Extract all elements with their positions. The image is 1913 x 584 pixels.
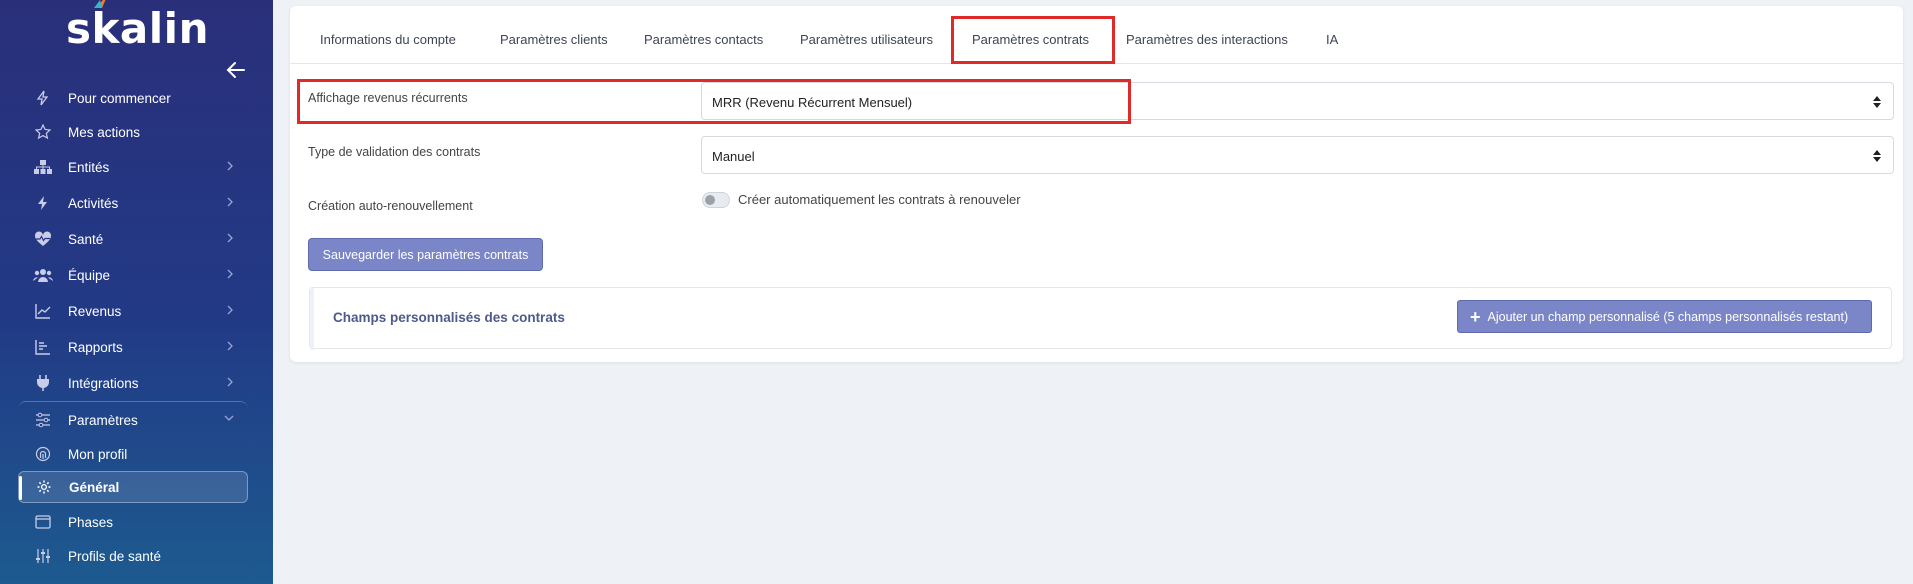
auto-renewal-label: Création auto-renouvellement <box>308 199 473 213</box>
chevron-down-icon <box>224 415 234 421</box>
sidebar-item-label: Paramètres <box>68 412 138 428</box>
sidebar-item-label: Mon profil <box>68 446 128 462</box>
sidebar-item-pour-commencer[interactable]: Pour commencer <box>18 81 248 115</box>
chevron-right-icon <box>227 305 233 315</box>
select-arrows-icon <box>1873 96 1881 108</box>
sidebar-item-label: Phases <box>68 514 114 530</box>
custom-fields-panel: Champs personnalisés des contrats + Ajou… <box>309 287 1892 350</box>
chevron-right-icon <box>227 269 233 279</box>
line-chart-icon <box>18 303 68 319</box>
sidebar-item-label: Entités <box>68 159 110 175</box>
validation-type-label: Type de validation des contrats <box>308 145 481 159</box>
save-contract-settings-button[interactable]: Sauvegarder les paramètres contrats <box>308 238 543 271</box>
tab-parametres-utilisateurs[interactable]: Paramètres utilisateurs <box>800 32 933 47</box>
tab-parametres-clients[interactable]: Paramètres clients <box>500 32 608 47</box>
sidebar: skalin Pour commencer Mes actions Entité… <box>0 0 273 584</box>
chevron-right-icon <box>227 161 233 171</box>
validation-type-select[interactable]: Manuel <box>701 136 1894 174</box>
settings-card: Informations du compte Paramètres client… <box>290 6 1903 362</box>
select-arrows-icon <box>1873 150 1881 162</box>
sidebar-item-mon-profil[interactable]: Mon profil <box>18 437 248 471</box>
custom-fields-title: Champs personnalisés des contrats <box>333 310 565 325</box>
tab-highlight-annotation <box>951 16 1115 64</box>
panel-edge <box>310 288 314 350</box>
sidebar-item-general[interactable]: Général <box>18 471 248 503</box>
auto-renewal-toggle[interactable] <box>702 192 730 208</box>
bar-chart-icon <box>18 339 68 355</box>
tab-informations-compte[interactable]: Informations du compte <box>320 32 456 47</box>
collapse-sidebar-icon[interactable] <box>224 58 248 82</box>
sidebar-item-label: Rapports <box>68 339 123 355</box>
fingerprint-icon <box>18 446 68 462</box>
sidebar-item-label: Santé <box>68 231 104 247</box>
bolt-icon <box>18 90 68 106</box>
add-custom-field-label: Ajouter un champ personnalisé (5 champs … <box>1487 309 1849 324</box>
sidebar-item-equipe[interactable]: Équipe <box>18 258 248 292</box>
tab-ia[interactable]: IA <box>1326 32 1338 47</box>
logo-accent-icon <box>94 0 106 8</box>
revenue-row-highlight-annotation <box>297 79 1131 124</box>
sidebar-item-profils-sante[interactable]: Profils de santé <box>18 539 248 573</box>
active-indicator <box>19 476 22 500</box>
org-chart-icon <box>18 159 68 175</box>
sidebar-item-rapports[interactable]: Rapports <box>18 330 248 364</box>
chevron-right-icon <box>227 377 233 387</box>
auto-renewal-toggle-label: Créer automatiquement les contrats à ren… <box>738 192 1021 207</box>
chevron-right-icon <box>227 197 233 207</box>
plug-icon <box>18 374 68 392</box>
sidebar-item-mes-actions[interactable]: Mes actions <box>18 115 248 149</box>
sidebar-item-label: Profils de santé <box>68 548 162 564</box>
tab-parametres-interactions[interactable]: Paramètres des interactions <box>1126 32 1288 47</box>
sliders-icon <box>18 412 68 428</box>
validation-type-value: Manuel <box>712 149 755 164</box>
sidebar-item-parametres[interactable]: Paramètres <box>18 403 248 437</box>
sidebar-item-sante[interactable]: Santé <box>18 222 248 256</box>
sidebar-item-integrations[interactable]: Intégrations <box>18 366 248 400</box>
sidebar-item-entites[interactable]: Entités <box>18 150 248 184</box>
sidebar-item-label: Pour commencer <box>68 90 171 106</box>
plus-icon: + <box>1470 306 1481 327</box>
tab-parametres-contacts[interactable]: Paramètres contacts <box>644 32 763 47</box>
sidebar-item-label: Activités <box>68 195 119 211</box>
toggle-knob <box>705 195 715 205</box>
sidebar-item-label: Revenus <box>68 303 122 319</box>
sidebar-item-phases[interactable]: Phases <box>18 505 248 539</box>
window-icon <box>18 515 68 529</box>
star-icon <box>18 124 68 140</box>
heart-pulse-icon <box>18 231 68 247</box>
sidebar-item-label: Mes actions <box>68 124 141 140</box>
sidebar-item-label: Général <box>69 479 120 495</box>
gear-icon <box>19 479 69 495</box>
users-icon <box>18 267 68 283</box>
vertical-sliders-icon <box>18 548 68 564</box>
skalin-logo[interactable]: skalin <box>66 0 209 53</box>
add-custom-field-button[interactable]: + Ajouter un champ personnalisé (5 champ… <box>1457 300 1872 333</box>
sidebar-item-activites[interactable]: Activités <box>18 186 248 220</box>
chevron-right-icon <box>227 341 233 351</box>
sidebar-item-label: Équipe <box>68 267 111 283</box>
bolt-filled-icon <box>18 195 68 211</box>
sidebar-item-revenus[interactable]: Revenus <box>18 294 248 328</box>
sidebar-item-label: Intégrations <box>68 375 139 391</box>
chevron-right-icon <box>227 233 233 243</box>
